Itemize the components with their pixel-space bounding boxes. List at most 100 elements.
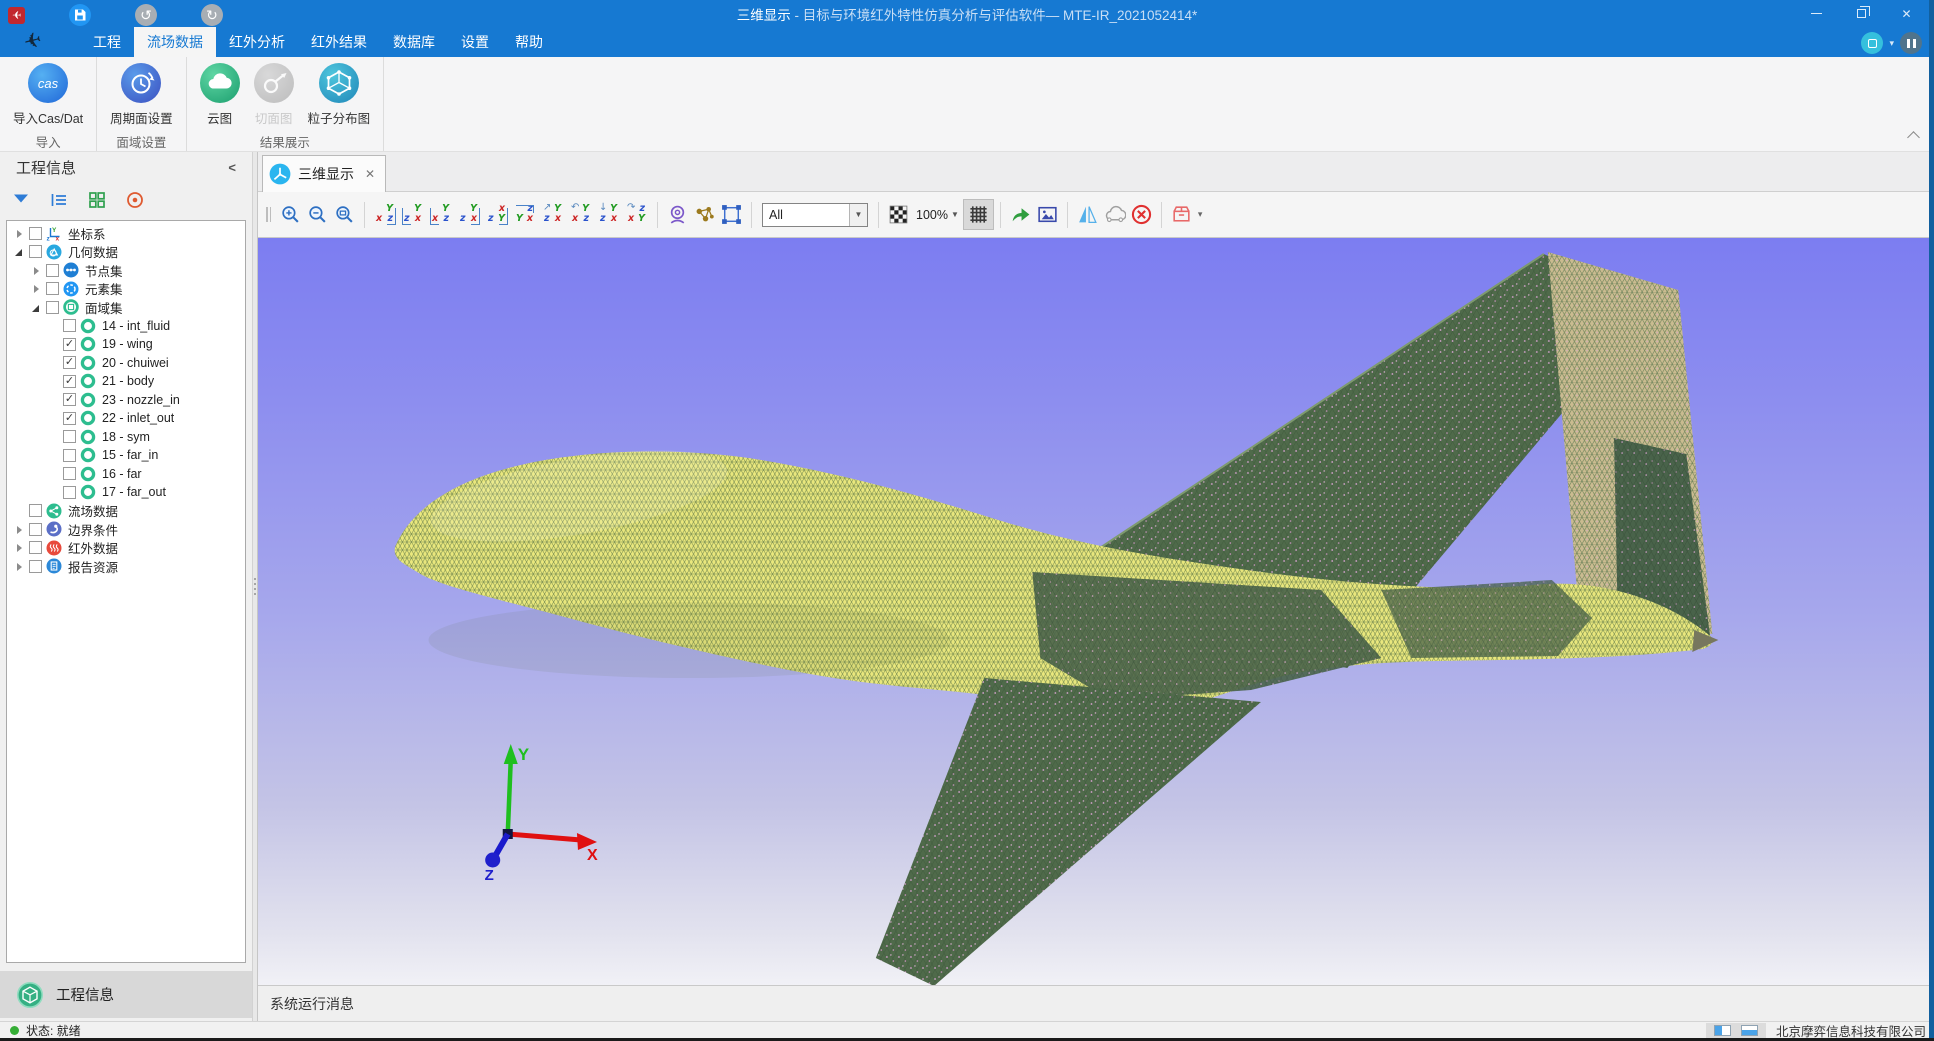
tree-checkbox[interactable]	[63, 319, 76, 332]
tree-item[interactable]: 18 - sym	[7, 428, 245, 447]
grid-view-icon[interactable]	[86, 189, 108, 211]
tree-checkbox[interactable]	[63, 467, 76, 480]
tree-item[interactable]: 边界条件	[7, 520, 245, 539]
tree-checkbox[interactable]	[46, 301, 59, 314]
tree-item[interactable]: 面域集	[7, 298, 245, 317]
tree-checkbox[interactable]: ✓	[63, 375, 76, 388]
transparency-checker-icon[interactable]	[885, 201, 912, 228]
filter-triangle-icon[interactable]	[10, 189, 32, 211]
ribbon-button-粒子分布图[interactable]: 粒子分布图	[301, 61, 378, 129]
menu-item-5[interactable]: 数据库	[380, 27, 448, 57]
undo-button[interactable]: ↺	[135, 4, 157, 26]
tree-checkbox[interactable]	[63, 449, 76, 462]
minimize-button[interactable]	[1794, 0, 1839, 27]
tree-item[interactable]: 报告资源	[7, 557, 245, 576]
molecule-icon[interactable]	[691, 201, 718, 228]
box-dropdown-caret-icon[interactable]: ▾	[1198, 209, 1203, 220]
tree-checkbox[interactable]	[29, 541, 42, 554]
notes-button[interactable]	[1900, 32, 1922, 54]
tree-checkbox[interactable]	[63, 486, 76, 499]
tree-list-icon[interactable]	[48, 189, 70, 211]
tree-checkbox[interactable]	[29, 227, 42, 240]
zoom-level-dropdown[interactable]: 100% ▼	[916, 208, 959, 222]
tree-item[interactable]: ✓20 - chuiwei	[7, 354, 245, 373]
toolbar-drag-handle[interactable]	[266, 207, 271, 222]
view-left-icon[interactable]: Yxz	[429, 203, 453, 227]
tree-item[interactable]: 流场数据	[7, 502, 245, 521]
ribbon-button-周期面设置[interactable]: 周期面设置	[103, 61, 180, 129]
tree-item[interactable]: ✓21 - body	[7, 372, 245, 391]
save-button[interactable]	[69, 4, 91, 26]
tree-item[interactable]: 元素集	[7, 280, 245, 299]
delete-cancel-icon[interactable]	[1128, 201, 1155, 228]
layout-bottom-icon[interactable]	[1741, 1025, 1758, 1036]
expander-icon[interactable]	[13, 560, 26, 573]
maximize-button[interactable]	[1839, 0, 1884, 27]
ribbon-button-云图[interactable]: 云图	[193, 61, 247, 129]
grid-toggle-icon[interactable]	[963, 199, 994, 230]
view-bottom-icon[interactable]: zYx	[513, 203, 537, 227]
project-info-footer-button[interactable]: 工程信息	[0, 971, 252, 1018]
tree-checkbox[interactable]	[29, 245, 42, 258]
view-top-icon[interactable]: xzY	[485, 203, 509, 227]
tree-checkbox[interactable]	[29, 504, 42, 517]
tree-item[interactable]: ✓23 - nozzle_in	[7, 391, 245, 410]
view-rotate-down-icon[interactable]: Yzx↓	[597, 203, 621, 227]
tree-item[interactable]: ✓22 - inlet_out	[7, 409, 245, 428]
tree-item[interactable]: 16 - far	[7, 465, 245, 484]
tree-checkbox[interactable]	[29, 560, 42, 573]
package-box-icon[interactable]	[1168, 201, 1195, 228]
redo-button[interactable]: ↻	[201, 4, 223, 26]
tree-item[interactable]: 节点集	[7, 261, 245, 280]
cloud-outline-icon[interactable]	[1101, 201, 1128, 228]
select-box-icon[interactable]	[718, 201, 745, 228]
tree-checkbox[interactable]: ✓	[63, 338, 76, 351]
view-iso-1-icon[interactable]: Yzx↗	[541, 203, 565, 227]
expander-icon[interactable]	[30, 264, 43, 277]
expander-icon[interactable]	[13, 227, 26, 240]
view-back-icon[interactable]: Yzx	[401, 203, 425, 227]
camera-icon[interactable]	[664, 201, 691, 228]
zoom-out-icon[interactable]	[304, 201, 331, 228]
tree-item[interactable]: Yzx坐标系	[7, 224, 245, 243]
tree-checkbox[interactable]	[63, 430, 76, 443]
locate-target-icon[interactable]	[124, 189, 146, 211]
zoom-fit-icon[interactable]	[331, 201, 358, 228]
tree-item[interactable]: 红外数据	[7, 539, 245, 558]
expander-icon[interactable]	[30, 301, 43, 314]
tree-checkbox[interactable]	[46, 282, 59, 295]
mirror-icon[interactable]	[1074, 201, 1101, 228]
project-tree[interactable]: Yzx坐标系几何数据节点集元素集面域集14 - int_fluid✓19 - w…	[6, 220, 246, 963]
view-right-icon[interactable]: Yzx	[457, 203, 481, 227]
view-front-icon[interactable]: Yxz	[373, 203, 397, 227]
close-button[interactable]: ✕	[1884, 0, 1929, 27]
tree-checkbox[interactable]	[29, 523, 42, 536]
selection-filter-dropdown[interactable]: All ▼	[762, 203, 868, 227]
expander-icon[interactable]	[13, 245, 26, 258]
expander-icon[interactable]	[13, 541, 26, 554]
view-rotate-right-icon[interactable]: zxY↷	[625, 203, 649, 227]
tab-close-icon[interactable]: ✕	[365, 167, 375, 181]
tree-item[interactable]: 几何数据	[7, 243, 245, 262]
menu-item-1[interactable]: 工程	[80, 27, 134, 57]
tree-checkbox[interactable]: ✓	[63, 393, 76, 406]
style-dropdown-caret-icon[interactable]: ▾	[1889, 38, 1894, 49]
expander-icon[interactable]	[13, 523, 26, 536]
tree-checkbox[interactable]	[46, 264, 59, 277]
snapshot-icon[interactable]	[1034, 201, 1061, 228]
menu-item-4[interactable]: 红外结果	[298, 27, 380, 57]
menu-item-2[interactable]: 流场数据	[134, 27, 216, 57]
tree-item[interactable]: 17 - far_out	[7, 483, 245, 502]
menu-item-7[interactable]: 帮助	[502, 27, 556, 57]
tree-checkbox[interactable]: ✓	[63, 412, 76, 425]
expander-icon[interactable]	[30, 282, 43, 295]
tab-3d-view[interactable]: 三维显示 ✕	[262, 155, 386, 192]
layout-left-icon[interactable]	[1714, 1025, 1731, 1036]
ribbon-button-导入Cas/Dat[interactable]: cas导入Cas/Dat	[6, 61, 90, 129]
style-button[interactable]	[1861, 32, 1883, 54]
menu-item-3[interactable]: 红外分析	[216, 27, 298, 57]
menu-item-6[interactable]: 设置	[448, 27, 502, 57]
tree-checkbox[interactable]: ✓	[63, 356, 76, 369]
share-arrow-icon[interactable]	[1007, 201, 1034, 228]
view-iso-2-icon[interactable]: Yxz↶	[569, 203, 593, 227]
